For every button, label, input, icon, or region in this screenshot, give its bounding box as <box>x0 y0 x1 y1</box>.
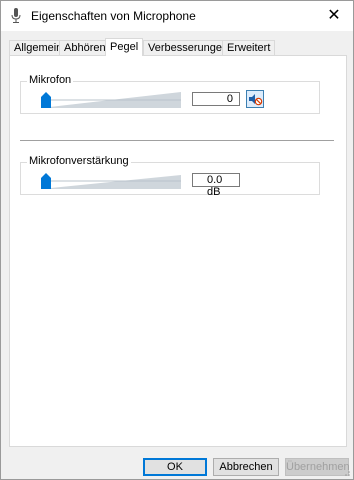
boost-group-label: Mikrofonverstärkung <box>27 155 131 167</box>
resize-grip-icon[interactable] <box>341 467 351 477</box>
ok-button[interactable]: OK <box>143 458 207 476</box>
tab-pegel[interactable]: Pegel <box>105 38 144 56</box>
tab-abhoeren[interactable]: Abhören <box>59 40 111 55</box>
boost-slider-thumb[interactable] <box>41 173 51 189</box>
microphone-icon <box>11 8 21 24</box>
boost-group: Mikrofonverstärkung 0.0 dB <box>20 155 320 198</box>
boost-level-slider[interactable] <box>41 171 181 191</box>
tab-verbesserungen[interactable]: Verbesserungen <box>143 40 234 55</box>
boost-value[interactable]: 0.0 dB <box>192 173 240 198</box>
apply-button[interactable]: Übernehmen <box>285 458 350 476</box>
title-bar: Eigenschaften von Microphone ✕ <box>1 1 353 31</box>
close-icon[interactable]: ✕ <box>323 5 345 27</box>
tab-erweitert[interactable]: Erweitert <box>222 40 276 55</box>
cancel-button[interactable]: Abbrechen <box>213 458 279 476</box>
separator <box>20 140 334 141</box>
microphone-slider-thumb[interactable] <box>41 92 51 108</box>
window-title: Eigenschaften von Microphone <box>31 9 196 23</box>
microphone-level-slider[interactable] <box>41 90 181 110</box>
level-panel: Mikrofon 0 Mikrofonverstärkung 0.0 dB <box>9 55 347 447</box>
dialog-window: Eigenschaften von Microphone ✕ Allgemein… <box>0 0 354 480</box>
microphone-group-label: Mikrofon <box>27 74 74 86</box>
microphone-group: Mikrofon 0 <box>20 74 320 114</box>
microphone-level-value[interactable]: 0 <box>192 92 240 106</box>
mute-button[interactable] <box>246 90 264 108</box>
